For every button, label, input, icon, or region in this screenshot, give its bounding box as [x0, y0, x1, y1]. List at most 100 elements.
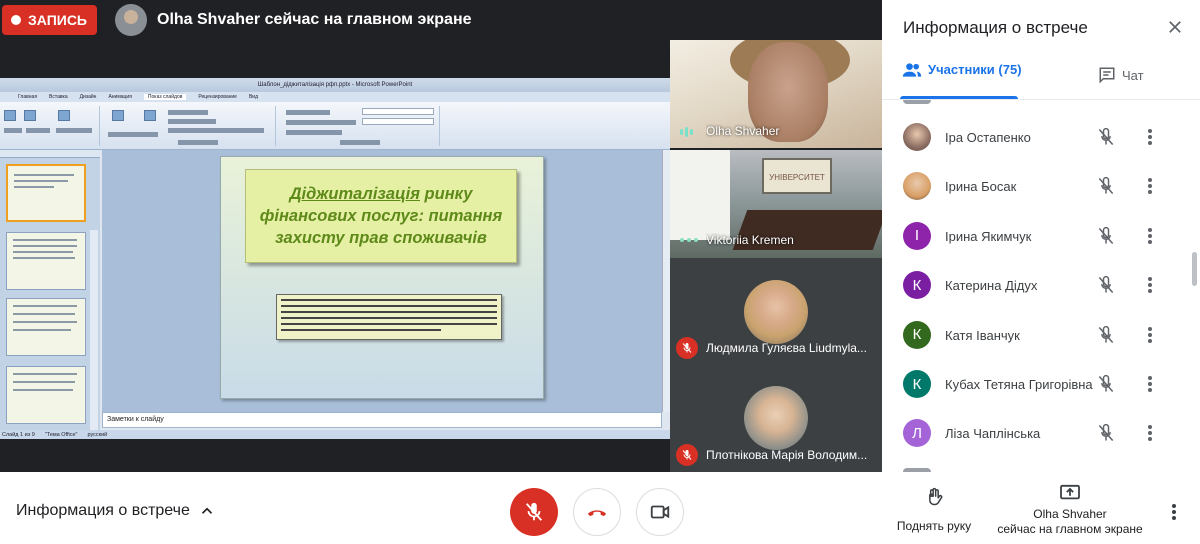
- presenting-status: сейчас на главном экране: [997, 522, 1143, 536]
- panel-scrollbar[interactable]: [1192, 252, 1197, 286]
- bottom-control-bar: Информация о встрече Поднять руку Olha S…: [0, 472, 1200, 544]
- participant-name: Іра Остапенко: [945, 130, 1031, 145]
- leave-call-button[interactable]: [573, 488, 621, 536]
- raise-hand-label: Поднять руку: [896, 519, 972, 533]
- mic-off-icon[interactable]: [1096, 325, 1116, 345]
- participant-name: Viktoriia Kremen: [706, 233, 794, 247]
- slide-thumbnail[interactable]: [6, 366, 86, 424]
- chevron-up-icon[interactable]: [198, 502, 216, 520]
- participant-name: Людмила Гуляєва Liudmyla...: [706, 341, 867, 355]
- raise-hand-icon: [929, 487, 943, 506]
- mic-off-icon[interactable]: [1096, 127, 1116, 147]
- ppt-status-bar: Слайд 1 из 9 "Тема Office" русский: [0, 430, 670, 439]
- ribbon-group: [280, 106, 440, 146]
- more-vert-icon[interactable]: [1145, 422, 1155, 444]
- participant-avatar: [744, 386, 808, 450]
- participant-tile[interactable]: УНІВЕРСИТЕТ Viktoriia Kremen: [670, 150, 882, 258]
- close-icon[interactable]: [1166, 18, 1184, 36]
- ppt-status-theme: "Тема Office": [44, 431, 78, 438]
- ribbon-group: [104, 106, 276, 146]
- ppt-vertical-scrollbar[interactable]: [662, 150, 670, 412]
- more-options-button[interactable]: [1164, 500, 1184, 524]
- ppt-tab: Главная: [18, 94, 38, 100]
- slide-body-text: [276, 294, 502, 340]
- mic-off-icon: [676, 444, 698, 466]
- participant-row[interactable]: І Ірина Якимчук: [882, 213, 1188, 262]
- participant-name: Плотнікова Марія Володим...: [706, 448, 868, 462]
- top-bar: ЗАПИСЬ Olha Shvaher сейчас на главном эк…: [0, 0, 882, 40]
- participant-avatar: К: [903, 271, 931, 300]
- participant-row[interactable]: Л Ліза Чаплінська: [882, 410, 1188, 459]
- mic-off-icon[interactable]: [1096, 176, 1116, 196]
- ribbon-group: [0, 106, 100, 146]
- mic-off-icon[interactable]: [1096, 423, 1116, 443]
- recording-label: ЗАПИСЬ: [28, 12, 87, 28]
- mic-off-icon[interactable]: [1096, 226, 1116, 246]
- participant-name: Ірина Босак: [945, 179, 1017, 195]
- slide-thumbnail[interactable]: [6, 298, 86, 356]
- presenting-now-button[interactable]: Olha Shvaher сейчас на главном экране: [994, 484, 1146, 540]
- record-dot-icon: [11, 15, 21, 25]
- participant-name: Olha Shvaher: [706, 124, 780, 138]
- participant-row[interactable]: К Катя Іванчук: [882, 312, 1188, 361]
- participant-row[interactable]: Ірина Босак: [882, 163, 1188, 212]
- ppt-ribbon-tabs: Главная Вставка Дизайн Анимация Показ сл…: [0, 92, 670, 102]
- camera-icon: [650, 505, 670, 519]
- mic-toggle-button[interactable]: [510, 488, 558, 536]
- ppt-tab: Вставка: [49, 94, 68, 100]
- tab-participants[interactable]: Участники (75): [902, 62, 1022, 100]
- camera-toggle-button[interactable]: [636, 488, 684, 536]
- more-vert-icon[interactable]: [1145, 274, 1155, 296]
- mic-off-icon: [676, 337, 698, 359]
- audio-level-icon: [680, 125, 696, 139]
- mic-off-icon: [525, 502, 543, 521]
- participant-tile[interactable]: Плотнікова Марія Володим...: [670, 366, 882, 472]
- participant-list: Іра Остапенко Ірина Босак І Ірина Якимчук К К…: [882, 100, 1188, 472]
- participant-avatar: [903, 123, 931, 151]
- participant-avatar: [903, 172, 931, 201]
- ppt-notes[interactable]: Заметки к слайду: [102, 412, 662, 428]
- tab-chat-label: Чат: [1122, 67, 1144, 83]
- slide-title: Діджиталізація ринку фінансових послуг: …: [252, 183, 510, 249]
- more-vert-icon[interactable]: [1145, 225, 1155, 247]
- participant-tile[interactable]: Olha Shvaher: [670, 40, 882, 148]
- ppt-tab: Вид: [248, 94, 259, 100]
- participant-avatar: К: [903, 370, 931, 398]
- raise-hand-button[interactable]: Поднять руку: [888, 486, 980, 538]
- slide-title-underlined: Діджиталізація: [289, 185, 420, 203]
- current-slide: Діджиталізація ринку фінансових послуг: …: [220, 156, 544, 399]
- ppt-tab: Анимация: [108, 94, 132, 100]
- ppt-tab-active: Показ слайдов: [143, 94, 187, 100]
- ppt-window-title: Шаблон_діджиталізація рфп.pptx - Microso…: [0, 78, 670, 92]
- ppt-status-slide: Слайд 1 из 9: [2, 431, 35, 438]
- more-vert-icon[interactable]: [1145, 126, 1155, 148]
- mic-off-icon[interactable]: [1096, 275, 1116, 295]
- presenter-avatar: [115, 4, 147, 36]
- participant-row[interactable]: Іра Остапенко: [882, 114, 1188, 163]
- meeting-info-button[interactable]: Информация о встрече: [16, 502, 190, 520]
- participant-row[interactable]: К Катерина Дідух: [882, 262, 1188, 311]
- ppt-thumbnail-scrollbar[interactable]: [90, 230, 98, 439]
- slide-thumbnail[interactable]: [6, 232, 86, 290]
- more-vert-icon[interactable]: [1145, 373, 1155, 395]
- slide-title-box: Діджиталізація ринку фінансових послуг: …: [245, 169, 517, 263]
- ppt-ribbon: [0, 102, 670, 150]
- more-vert-icon[interactable]: [1145, 324, 1155, 346]
- present-icon: [1060, 484, 1080, 500]
- participant-avatar: Л: [903, 419, 931, 448]
- participant-name: Кубах Тетяна Григорівна: [945, 377, 1093, 392]
- participant-video: УНІВЕРСИТЕТ: [762, 158, 832, 194]
- mic-off-icon[interactable]: [1096, 374, 1116, 394]
- tab-participants-label: Участники (75): [928, 62, 1022, 77]
- tab-chat[interactable]: Чат: [1098, 66, 1144, 84]
- participant-tile[interactable]: Людмила Гуляєва Liudmyla...: [670, 258, 882, 366]
- slide-thumbnail[interactable]: [6, 164, 86, 222]
- more-vert-icon[interactable]: [1145, 175, 1155, 197]
- participant-name: Катя Іванчук: [945, 327, 1020, 343]
- ppt-left-tabs: [0, 150, 100, 158]
- ppt-slide-area: Діджиталізація ринку фінансових послуг: …: [102, 150, 662, 412]
- participant-row[interactable]: К Кубах Тетяна Григорівна: [882, 361, 1188, 410]
- ppt-tab: Рецензирование: [198, 94, 237, 100]
- chat-icon: [1099, 67, 1115, 84]
- participant-name: Ліза Чаплінська: [945, 426, 1041, 442]
